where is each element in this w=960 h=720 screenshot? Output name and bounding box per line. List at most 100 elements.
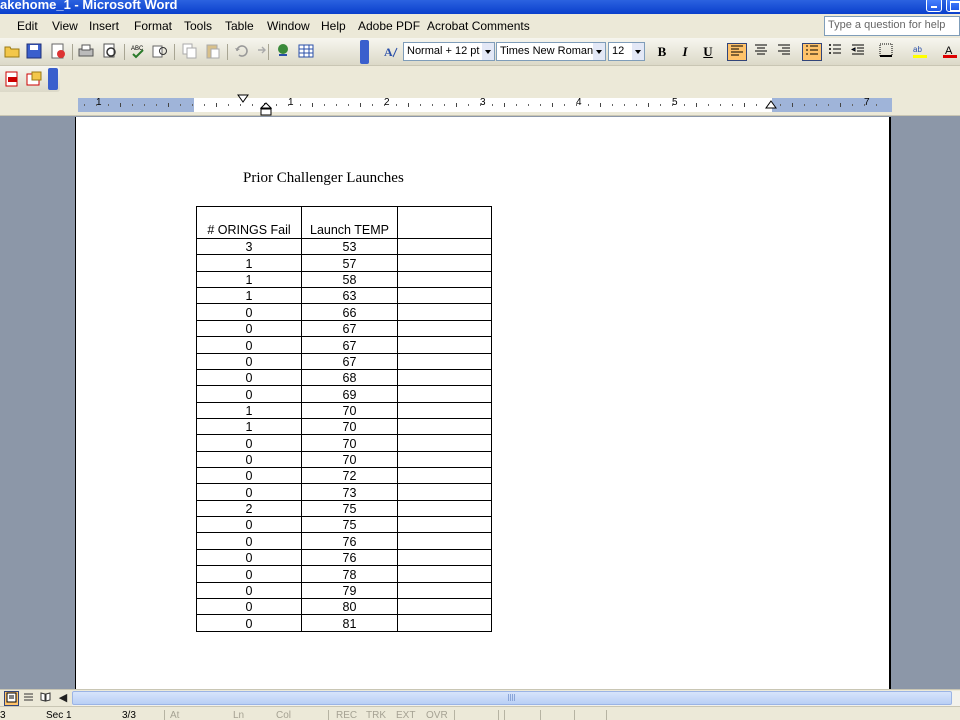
header-empty[interactable] <box>397 206 492 239</box>
highlight-button[interactable]: ab <box>910 43 930 61</box>
document-page[interactable]: Prior Challenger Launches # ORINGS Fail … <box>75 117 891 689</box>
align-left-button[interactable] <box>727 43 747 61</box>
cell-launch-temp[interactable]: 72 <box>301 467 398 485</box>
cell-launch-temp[interactable]: 76 <box>301 548 398 567</box>
underline-button[interactable]: U <box>698 43 718 61</box>
cell-launch-temp[interactable]: 73 <box>301 483 398 501</box>
cell-empty[interactable] <box>397 532 492 550</box>
toolbar-options-chevron[interactable] <box>48 68 58 90</box>
convert-and-email-icon[interactable] <box>26 71 42 87</box>
menu-view[interactable]: View <box>52 19 78 33</box>
cell-launch-temp[interactable]: 76 <box>301 532 398 550</box>
font-dropdown[interactable]: Times New Roman <box>496 42 606 61</box>
cell-launch-temp[interactable]: 78 <box>301 565 398 583</box>
permission-icon[interactable] <box>50 43 66 59</box>
cell-orings-fail[interactable]: 1 <box>196 270 302 289</box>
chevron-down-icon[interactable] <box>482 43 494 60</box>
style-dropdown[interactable]: Normal + 12 pt <box>403 42 495 61</box>
cell-launch-temp[interactable]: 70 <box>301 450 398 469</box>
cell-orings-fail[interactable]: 0 <box>196 516 302 534</box>
cell-orings-fail[interactable]: 0 <box>196 483 302 501</box>
styles-icon[interactable]: A <box>383 43 399 59</box>
insert-table-icon[interactable] <box>298 43 314 59</box>
menu-tools[interactable]: Tools <box>184 19 212 33</box>
chevron-down-icon[interactable] <box>593 43 605 60</box>
cell-launch-temp[interactable]: 69 <box>301 385 398 403</box>
research-icon[interactable] <box>152 43 168 59</box>
toolbar-options-chevron[interactable] <box>360 40 369 64</box>
menu-insert[interactable]: Insert <box>89 19 119 33</box>
cell-launch-temp[interactable]: 63 <box>301 287 398 305</box>
cell-empty[interactable] <box>397 385 492 403</box>
cell-launch-temp[interactable]: 70 <box>301 434 398 452</box>
font-size-dropdown[interactable]: 12 <box>608 42 645 61</box>
cell-launch-temp[interactable]: 75 <box>301 499 398 518</box>
cell-orings-fail[interactable]: 1 <box>196 401 302 419</box>
cell-empty[interactable] <box>397 548 492 567</box>
cell-orings-fail[interactable]: 0 <box>196 368 302 387</box>
header-orings-fail[interactable]: # ORINGS Fail <box>196 206 302 239</box>
first-line-indent-marker[interactable] <box>237 94 249 104</box>
italic-button[interactable]: I <box>675 43 695 61</box>
cell-orings-fail[interactable]: 0 <box>196 532 302 550</box>
cell-orings-fail[interactable]: 1 <box>196 254 302 272</box>
cell-orings-fail[interactable]: 0 <box>196 581 302 599</box>
cell-launch-temp[interactable]: 53 <box>301 237 398 256</box>
normal-view-button[interactable] <box>4 691 19 706</box>
cell-empty[interactable] <box>397 581 492 599</box>
copy-icon[interactable] <box>182 43 198 59</box>
menu-help[interactable]: Help <box>321 19 346 33</box>
reading-layout-button[interactable] <box>38 691 53 706</box>
cell-launch-temp[interactable]: 67 <box>301 319 398 338</box>
cell-launch-temp[interactable]: 67 <box>301 352 398 370</box>
center-button[interactable] <box>751 43 771 61</box>
font-color-button[interactable]: A <box>940 43 960 61</box>
launch-table[interactable]: # ORINGS Fail Launch TEMP 3 53 1 57 1 58 1 63 0 6… <box>196 206 492 632</box>
cell-empty[interactable] <box>397 336 492 354</box>
cell-empty[interactable] <box>397 467 492 485</box>
cell-launch-temp[interactable]: 57 <box>301 254 398 272</box>
cell-launch-temp[interactable]: 75 <box>301 516 398 534</box>
menu-format[interactable]: Format <box>134 19 172 33</box>
cell-empty[interactable] <box>397 319 492 338</box>
cell-orings-fail[interactable]: 0 <box>196 336 302 354</box>
open-icon[interactable] <box>4 43 20 59</box>
status-rec[interactable]: REC <box>336 710 357 720</box>
cell-orings-fail[interactable]: 0 <box>196 303 302 321</box>
menu-edit[interactable]: Edit <box>17 19 38 33</box>
convert-to-pdf-icon[interactable] <box>4 71 20 87</box>
cell-launch-temp[interactable]: 81 <box>301 614 398 632</box>
bullets-button[interactable] <box>825 43 845 61</box>
cell-launch-temp[interactable]: 67 <box>301 336 398 354</box>
cell-orings-fail[interactable]: 0 <box>196 565 302 583</box>
minimize-button[interactable] <box>926 0 942 12</box>
hanging-indent-marker[interactable] <box>260 102 272 116</box>
cell-launch-temp[interactable]: 58 <box>301 270 398 289</box>
undo-icon[interactable] <box>234 43 250 59</box>
status-trk[interactable]: TRK <box>366 710 386 720</box>
cell-launch-temp[interactable]: 70 <box>301 401 398 419</box>
cell-launch-temp[interactable]: 79 <box>301 581 398 599</box>
chevron-down-icon[interactable] <box>632 43 644 60</box>
maximize-button[interactable] <box>946 0 960 12</box>
cell-empty[interactable] <box>397 565 492 583</box>
hyperlink-icon[interactable] <box>275 43 291 59</box>
cell-empty[interactable] <box>397 303 492 321</box>
cell-empty[interactable] <box>397 352 492 370</box>
cell-orings-fail[interactable]: 0 <box>196 467 302 485</box>
decrease-indent-button[interactable] <box>848 43 868 61</box>
cell-empty[interactable] <box>397 254 492 272</box>
cell-orings-fail[interactable]: 0 <box>196 548 302 567</box>
document-title[interactable]: Prior Challenger Launches <box>243 170 404 187</box>
save-icon[interactable] <box>26 43 42 59</box>
numbering-button[interactable] <box>802 43 822 61</box>
status-ovr[interactable]: OVR <box>426 710 448 720</box>
cell-launch-temp[interactable]: 68 <box>301 368 398 387</box>
header-launch-temp[interactable]: Launch TEMP <box>301 206 398 239</box>
web-layout-button[interactable] <box>21 691 36 706</box>
help-search-input[interactable]: Type a question for help <box>824 16 960 36</box>
cell-empty[interactable] <box>397 270 492 289</box>
cell-empty[interactable] <box>397 237 492 256</box>
horizontal-ruler[interactable]: 1 1 2 3 4 5 7 <box>0 94 960 116</box>
right-indent-marker[interactable] <box>765 100 777 110</box>
